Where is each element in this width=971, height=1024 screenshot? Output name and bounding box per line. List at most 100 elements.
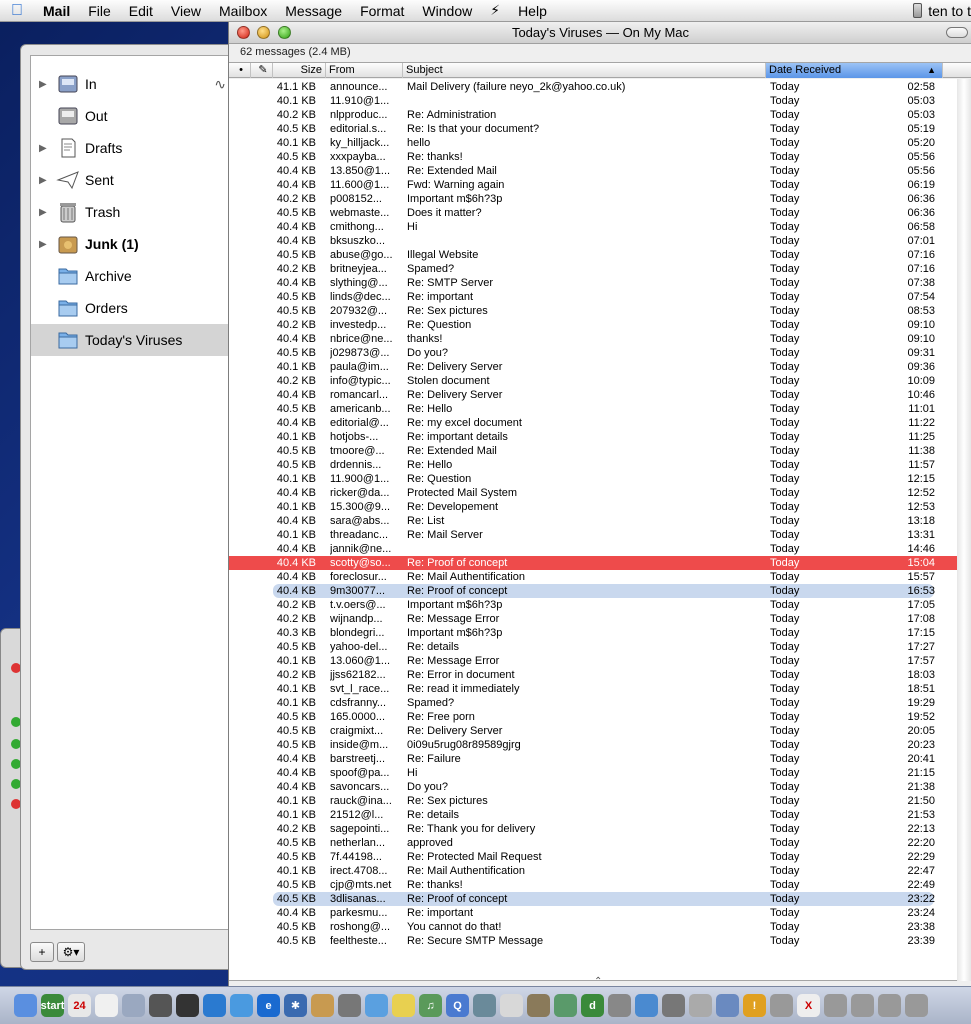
message-row[interactable]: 40.5 KB 207932@... Re: Sex pictures Today 08… <box>229 304 959 318</box>
message-row[interactable]: 40.5 KB 3dlisanas... Re: Proof of concept T… <box>273 892 935 906</box>
ical-icon[interactable]: 24 <box>68 994 91 1017</box>
addressbook-icon[interactable] <box>311 994 334 1017</box>
message-row[interactable]: 40.4 KB sara@abs... Re: List Today 13:18 <box>229 514 959 528</box>
message-row[interactable]: 40.5 KB drdennis... Re: Hello Today 11:57 <box>229 458 959 472</box>
message-row[interactable]: 41.1 KB announce... Mail Delivery (failure… <box>229 80 959 94</box>
message-row[interactable]: 40.4 KB savoncars... Do you? Today 21:38 <box>229 780 959 794</box>
mailbox-item[interactable]: ▶ Sent <box>31 164 230 196</box>
message-row[interactable]: 40.1 KB threadanc... Re: Mail Server Today 1… <box>229 528 959 542</box>
message-row[interactable]: 40.5 KB inside@m... 0i09u5rug08r89589gjrg T… <box>229 738 959 752</box>
mailbox-item[interactable]: Out <box>31 100 230 132</box>
message-row[interactable]: 40.5 KB craigmixt... Re: Delivery Server To… <box>229 724 959 738</box>
toolbar-toggle-button[interactable] <box>946 27 968 38</box>
sherlock-icon[interactable] <box>473 994 496 1017</box>
mailbox-item[interactable]: ▶ Junk (1) <box>31 228 230 260</box>
title-bar[interactable]: Today's Viruses — On My Mac <box>229 22 971 44</box>
message-row[interactable]: 40.1 KB 13.060@1... Re: Message Error Today… <box>229 654 959 668</box>
flag-column-icon[interactable]: ✎ <box>251 63 273 78</box>
message-row[interactable]: 40.4 KB ricker@da... Protected Mail System… <box>229 486 959 500</box>
mailbox-item[interactable]: Archive <box>31 260 230 292</box>
mailbox-item[interactable]: Orders <box>31 292 230 324</box>
menu-edit[interactable]: Edit <box>120 3 162 19</box>
preview-icon[interactable] <box>176 994 199 1017</box>
message-row[interactable]: 40.4 KB nbrice@ne... thanks! Today 09:10 <box>229 332 959 346</box>
message-row[interactable]: 40.4 KB bksuszko... Today 07:01 <box>229 234 959 248</box>
message-row[interactable]: 40.2 KB info@typic... Stolen document Today… <box>229 374 959 388</box>
message-row[interactable]: 40.1 KB paula@im... Re: Delivery Server Tod… <box>229 360 959 374</box>
message-row[interactable]: 40.4 KB jannik@ne... Today 14:46 <box>229 542 959 556</box>
bluetooth-icon[interactable]: ✱ <box>284 994 307 1017</box>
message-row[interactable]: 40.5 KB webmaste... Does it matter? Today 06… <box>229 206 959 220</box>
menu-script-icon[interactable]: ⚡ <box>481 2 509 19</box>
message-row[interactable]: 40.1 KB cdsfranny... Spamed? Today 19:29 <box>229 696 959 710</box>
message-row[interactable]: 40.5 KB linds@dec... Re: important Today 07:… <box>229 290 959 304</box>
add-mailbox-button[interactable]: + <box>30 942 54 962</box>
message-row[interactable]: 40.1 KB 11.910@1... Today 05:03 <box>229 94 959 108</box>
start-icon[interactable]: start <box>41 994 64 1017</box>
message-row[interactable]: 40.4 KB 9m30077... Re: Proof of concept Tod… <box>273 584 935 598</box>
network-icon[interactable] <box>635 994 658 1017</box>
message-row[interactable]: 40.1 KB hotjobs-... Re: important details T… <box>229 430 959 444</box>
message-row[interactable]: 40.5 KB 7f.44198... Re: Protected Mail Req… <box>229 850 959 864</box>
message-row[interactable]: 40.4 KB parkesmu... Re: important Today 23:2… <box>229 906 959 920</box>
message-row[interactable]: 40.2 KB t.v.oers@... Important m$6h?3p Toda… <box>229 598 959 612</box>
message-row[interactable]: 40.5 KB roshong@... You cannot do that! Tod… <box>229 920 959 934</box>
message-row[interactable]: 40.2 KB sagepointi... Re: Thank you for de… <box>229 822 959 836</box>
x11-icon[interactable]: X <box>797 994 820 1017</box>
message-row[interactable]: 40.5 KB tmoore@... Re: Extended Mail Today 1… <box>229 444 959 458</box>
sync-icon[interactable] <box>338 994 361 1017</box>
message-row[interactable]: 40.5 KB netherlan... approved Today 22:20 <box>229 836 959 850</box>
message-row[interactable]: 40.2 KB investedp... Re: Question Today 09:1… <box>229 318 959 332</box>
message-row[interactable]: 40.2 KB p008152... Important m$6h?3p Today 0… <box>229 192 959 206</box>
message-row[interactable]: 40.5 KB yahoo-del... Re: details Today 17:27 <box>229 640 959 654</box>
gimp-icon[interactable] <box>527 994 550 1017</box>
message-row[interactable]: 40.5 KB xxxpayba... Re: thanks! Today 05:56 <box>229 150 959 164</box>
apple-menu-icon[interactable]:  <box>0 2 34 20</box>
message-row[interactable]: 40.5 KB feeltheste... Re: Secure SMTP Mess… <box>229 934 959 948</box>
menu-view[interactable]: View <box>162 3 210 19</box>
mailbox-item[interactable]: ▶ In ∿ <box>31 68 230 100</box>
server-icon[interactable] <box>905 994 928 1017</box>
menu-window[interactable]: Window <box>413 3 481 19</box>
message-row[interactable]: 40.5 KB j029873@... Do you? Today 09:31 <box>229 346 959 360</box>
message-row[interactable]: 40.5 KB americanb... Re: Hello Today 11:01 <box>229 402 959 416</box>
message-row[interactable]: 40.2 KB wijnandp... Re: Message Error Today… <box>229 612 959 626</box>
disclosure-triangle-icon[interactable]: ▶ <box>39 143 47 154</box>
disclosure-triangle-icon[interactable]: ▶ <box>39 207 47 218</box>
date-received-column[interactable]: Date Received ▲ <box>766 63 943 78</box>
menu-app-name[interactable]: Mail <box>34 3 79 19</box>
menu-mailbox[interactable]: Mailbox <box>210 3 276 19</box>
menu-help[interactable]: Help <box>509 3 556 19</box>
message-row[interactable]: 40.4 KB slything@... Re: SMTP Server Today 0… <box>229 276 959 290</box>
message-row[interactable]: 40.4 KB foreclosur... Re: Mail Authentific… <box>229 570 959 584</box>
message-row[interactable]: 40.1 KB rauck@ina... Re: Sex pictures Today… <box>229 794 959 808</box>
message-row[interactable]: 40.5 KB editorial.s... Re: Is that your do… <box>229 122 959 136</box>
menu-clock[interactable]: ten to t <box>928 3 971 19</box>
utility-icon[interactable] <box>554 994 577 1017</box>
message-row[interactable]: 40.2 KB britneyjea... Spamed? Today 07:16 <box>229 262 959 276</box>
ichat-icon[interactable] <box>365 994 388 1017</box>
warning-icon[interactable]: ! <box>743 994 766 1017</box>
message-row[interactable]: 40.5 KB abuse@go... Illegal Website Today 07… <box>229 248 959 262</box>
message-row[interactable]: 40.4 KB cmithong... Hi Today 06:58 <box>229 220 959 234</box>
disclosure-triangle-icon[interactable]: ▶ <box>39 239 47 250</box>
menu-message[interactable]: Message <box>276 3 351 19</box>
disclosure-triangle-icon[interactable]: ▶ <box>39 79 47 90</box>
read-status-column[interactable]: • <box>229 63 251 78</box>
mailbox-action-button[interactable]: ⚙▾ <box>57 942 85 962</box>
mail-icon[interactable] <box>122 994 145 1017</box>
message-row[interactable]: 40.1 KB 15.300@9... Re: Developement Today 1… <box>229 500 959 514</box>
server-icon[interactable] <box>851 994 874 1017</box>
message-row[interactable]: 40.5 KB cjp@mts.net Re: thanks! Today 22:49 <box>229 878 959 892</box>
clock-icon[interactable] <box>95 994 118 1017</box>
stickies-icon[interactable] <box>392 994 415 1017</box>
windows-icon[interactable] <box>716 994 739 1017</box>
message-row[interactable]: 40.4 KB spoof@pa... Hi Today 21:15 <box>229 766 959 780</box>
message-row[interactable]: 40.3 KB blondegri... Important m$6h?3p Toda… <box>229 626 959 640</box>
menu-format[interactable]: Format <box>351 3 413 19</box>
message-row[interactable]: 40.4 KB 13.850@1... Re: Extended Mail Today… <box>229 164 959 178</box>
mailbox-item[interactable]: ▶ Trash <box>31 196 230 228</box>
message-row[interactable]: 40.5 KB 165.0000... Re: Free porn Today 19:5… <box>229 710 959 724</box>
from-column[interactable]: From <box>326 63 403 78</box>
finder-icon[interactable] <box>14 994 37 1017</box>
